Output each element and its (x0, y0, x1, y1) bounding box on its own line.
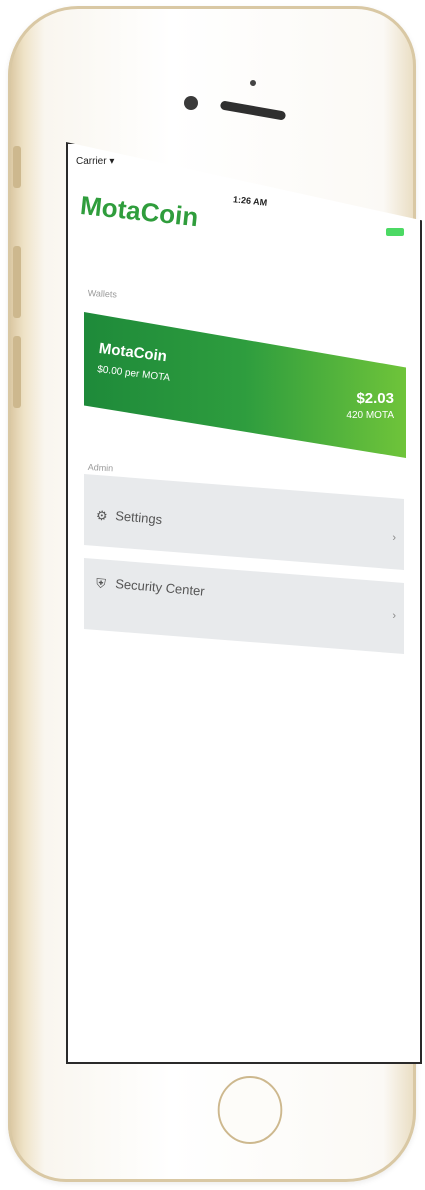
battery-icon (386, 228, 404, 236)
phone-screen: Carrier ▾ 1:26 AM MotaCoin Wallets MotaC… (66, 142, 422, 1064)
security-center-label: Security Center (114, 576, 206, 599)
app-title: MotaCoin (78, 190, 200, 233)
shield-icon: ⛨ (95, 575, 107, 592)
volume-up-button (13, 246, 21, 318)
wallet-rate: $0.00 per MOTA (96, 364, 171, 384)
wallets-section-label: Wallets (87, 288, 118, 300)
stage: Carrier ▾ 1:26 AM MotaCoin Wallets MotaC… (0, 0, 425, 1190)
admin-section-label: Admin (87, 462, 114, 474)
front-camera (184, 96, 198, 110)
wallet-name: MotaCoin (97, 340, 168, 366)
status-time: 1:26 AM (232, 194, 268, 208)
volume-down-button (13, 336, 21, 408)
security-center-row[interactable]: ⛨ Security Center › (84, 558, 404, 654)
settings-label: Settings (114, 508, 163, 528)
proximity-sensor (250, 80, 256, 86)
wallet-balance: $2.03 (356, 390, 394, 407)
chevron-right-icon: › (392, 610, 396, 622)
chevron-right-icon: › (392, 532, 396, 544)
settings-row[interactable]: ⚙ Settings › (84, 474, 404, 570)
status-bar: Carrier ▾ (76, 156, 114, 167)
wifi-icon: ▾ (109, 156, 115, 167)
silent-switch (13, 146, 21, 188)
home-button[interactable] (217, 1076, 283, 1144)
gear-icon: ⚙ (95, 507, 109, 524)
phone-device: Carrier ▾ 1:26 AM MotaCoin Wallets MotaC… (8, 6, 422, 1182)
wallet-card[interactable]: MotaCoin $0.00 per MOTA $2.03 420 MOTA (84, 312, 406, 458)
wallet-amount: 420 MOTA (346, 410, 394, 421)
carrier-label: Carrier (76, 156, 107, 167)
earpiece-speaker (219, 100, 287, 121)
